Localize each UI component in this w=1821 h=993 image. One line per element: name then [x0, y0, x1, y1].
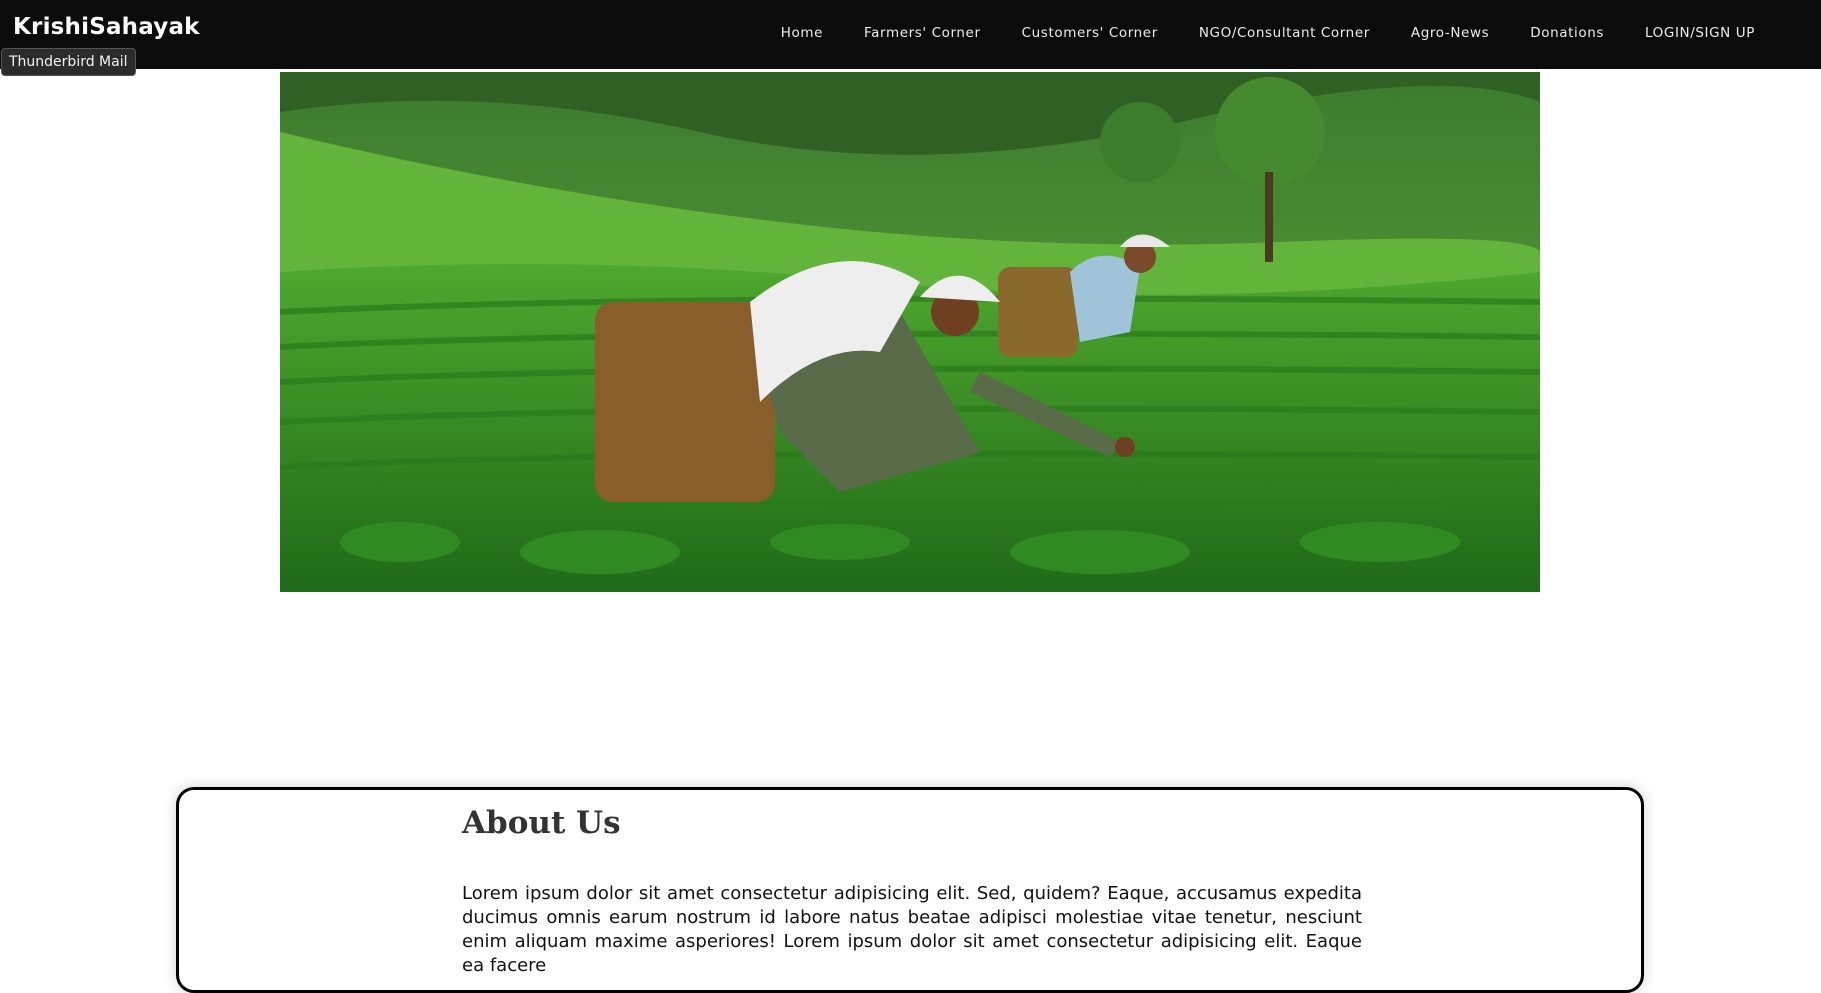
brand-logo[interactable]: KrishiSahayak: [13, 14, 200, 40]
nav-link-ngo-consultant-corner[interactable]: NGO/Consultant Corner: [1199, 25, 1370, 41]
hero-image: [280, 72, 1540, 592]
nav-link-login-signup[interactable]: LOGIN/SIGN UP: [1645, 25, 1755, 41]
about-us-card: About Us Lorem ipsum dolor sit amet cons…: [176, 787, 1644, 993]
about-us-heading: About Us: [462, 805, 621, 841]
nav-link-agro-news[interactable]: Agro-News: [1411, 25, 1489, 41]
nav-link-home[interactable]: Home: [781, 25, 823, 41]
top-navbar: KrishiSahayak Thunderbird Mail Home Farm…: [0, 0, 1821, 76]
tooltip: Thunderbird Mail: [1, 48, 136, 76]
nav-menu: Home Farmers' Corner Customers' Corner N…: [781, 22, 1755, 41]
nav-link-donations[interactable]: Donations: [1530, 25, 1604, 41]
nav-link-farmers-corner[interactable]: Farmers' Corner: [864, 25, 981, 41]
nav-link-customers-corner[interactable]: Customers' Corner: [1022, 25, 1158, 41]
tea-plantation-illustration: [280, 72, 1540, 592]
about-us-paragraph: Lorem ipsum dolor sit amet consectetur a…: [462, 883, 1362, 976]
